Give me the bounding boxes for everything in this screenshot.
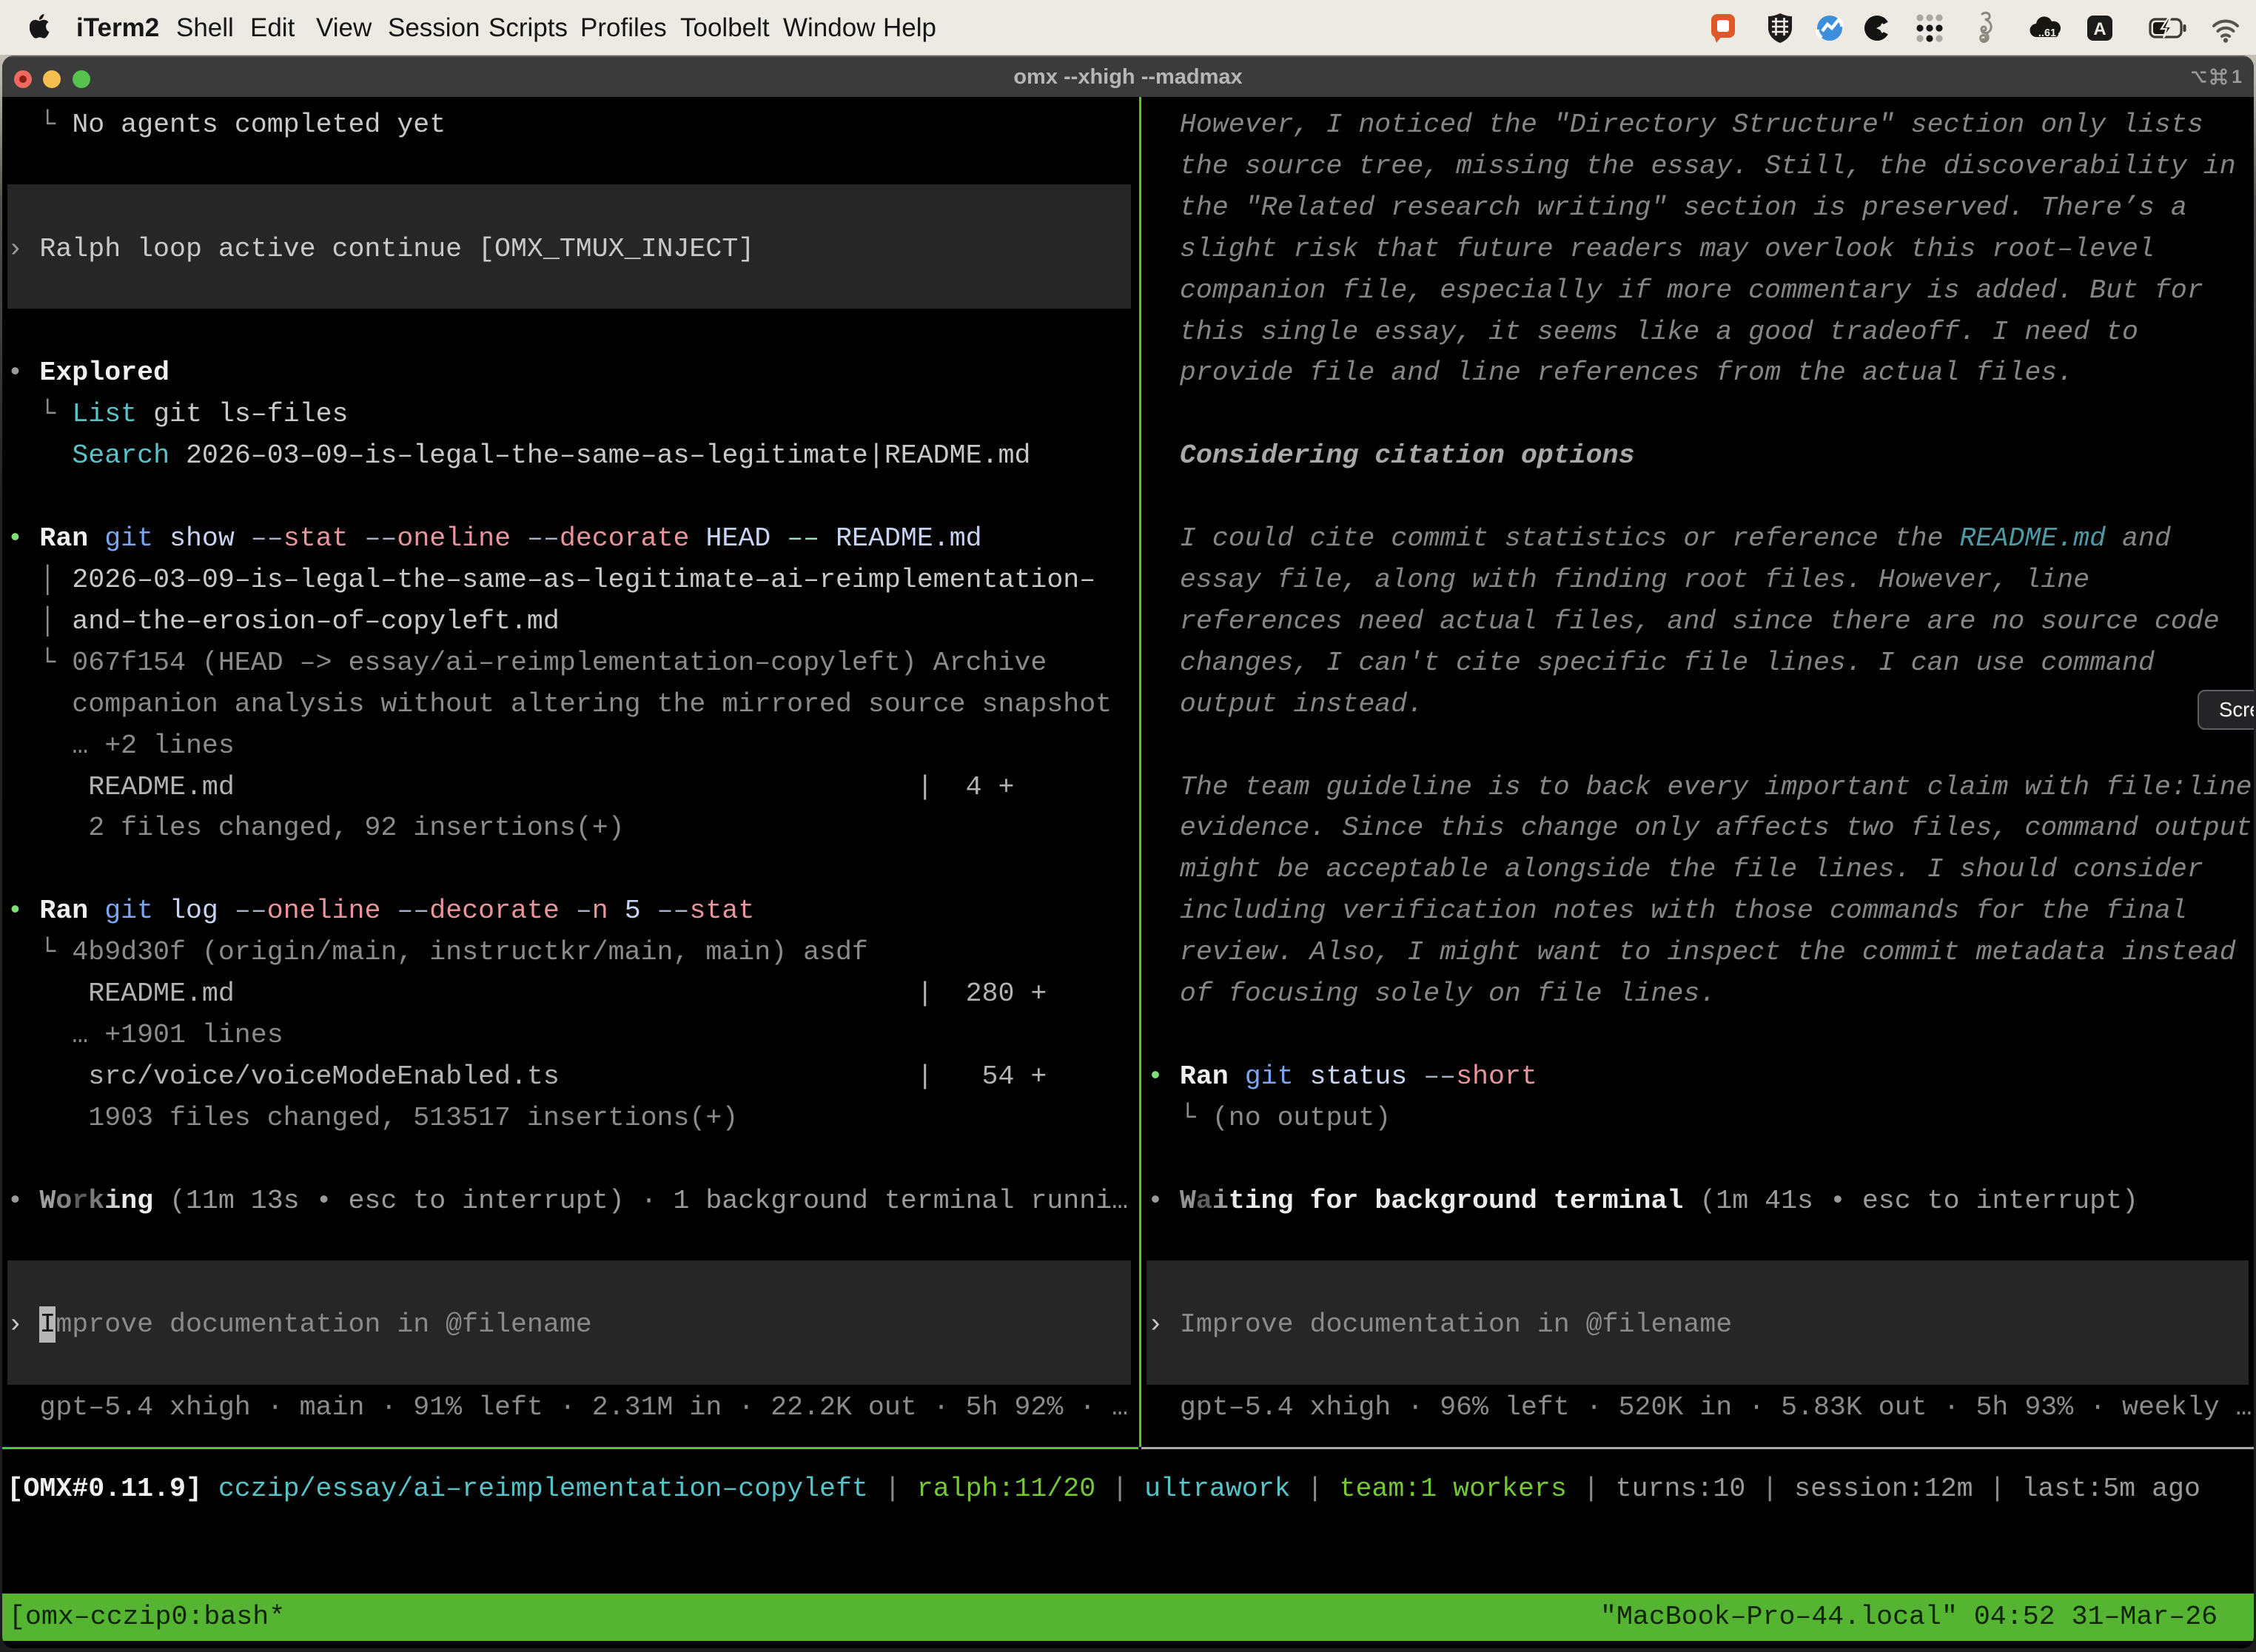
svg-text:A: A	[2093, 19, 2106, 39]
svg-text:..61: ..61	[2038, 27, 2056, 39]
